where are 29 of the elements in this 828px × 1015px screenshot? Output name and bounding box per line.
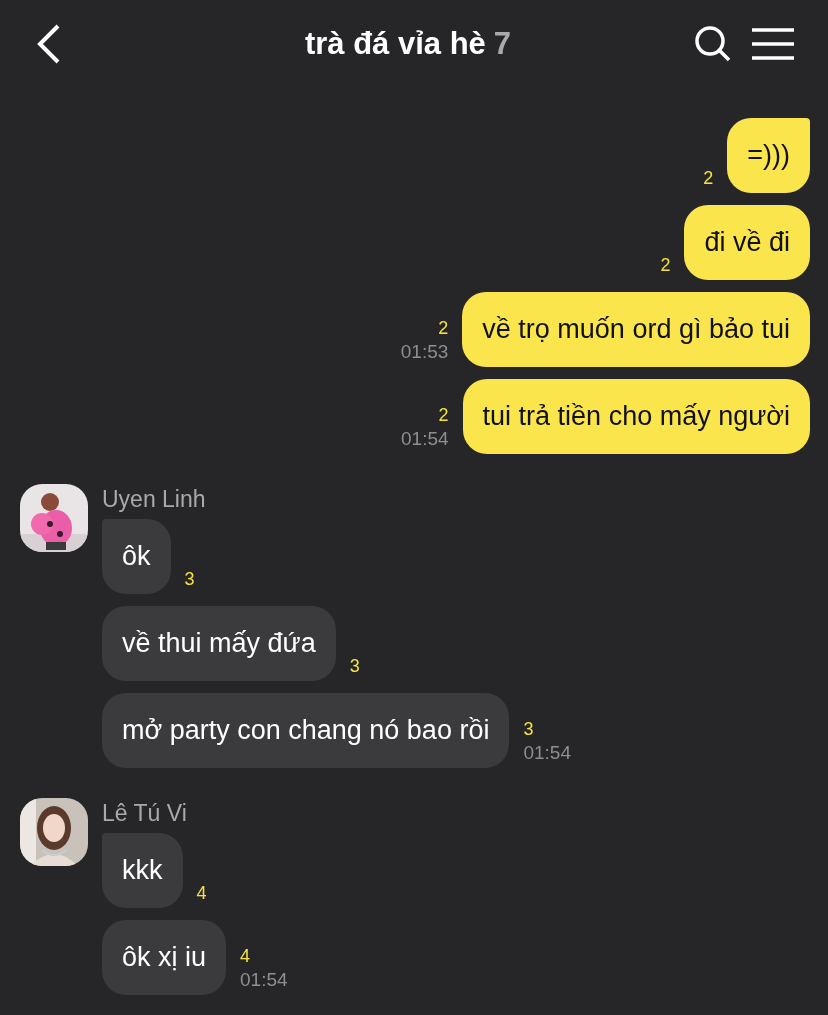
message-bubble: về thui mấy đứa — [102, 606, 336, 681]
unread-count: 2 — [660, 255, 671, 276]
message-bubble: về trọ muốn ord gì bảo tui — [462, 292, 810, 367]
unread-count: 4 — [240, 946, 251, 967]
unread-count: 2 — [703, 168, 714, 189]
sender-name: Uyen Linh — [102, 486, 206, 513]
message-time: 01:54 — [240, 969, 288, 991]
unread-count: 3 — [523, 719, 534, 740]
message-bubble: kkk — [102, 833, 183, 908]
message-bubble: tui trả tiền cho mấy người — [462, 379, 810, 454]
back-button[interactable] — [36, 24, 62, 64]
message-bubble: mở party con chang nó bao rồi — [102, 693, 510, 768]
message-bubble: ôk — [102, 519, 171, 594]
message-bubble: đi về đi — [684, 205, 810, 280]
chat-title: trà đá vỉa hè — [304, 26, 486, 62]
message-time: 01:54 — [523, 742, 571, 764]
message-time: 01:53 — [400, 341, 449, 363]
unread-count: 2 — [438, 318, 449, 339]
menu-icon[interactable] — [752, 28, 794, 60]
member-count: 7 — [493, 26, 512, 62]
message-bubble: =))) — [727, 118, 810, 193]
sender-name: Lê Tú Vi — [102, 800, 187, 827]
message-bubble: ôk xị iu — [102, 920, 227, 995]
message-time: 01:54 — [401, 428, 449, 450]
unread-count: 2 — [438, 405, 449, 426]
unread-count: 3 — [184, 569, 195, 590]
unread-count: 3 — [349, 656, 360, 677]
unread-count: 4 — [196, 883, 207, 904]
search-icon[interactable] — [694, 25, 732, 63]
